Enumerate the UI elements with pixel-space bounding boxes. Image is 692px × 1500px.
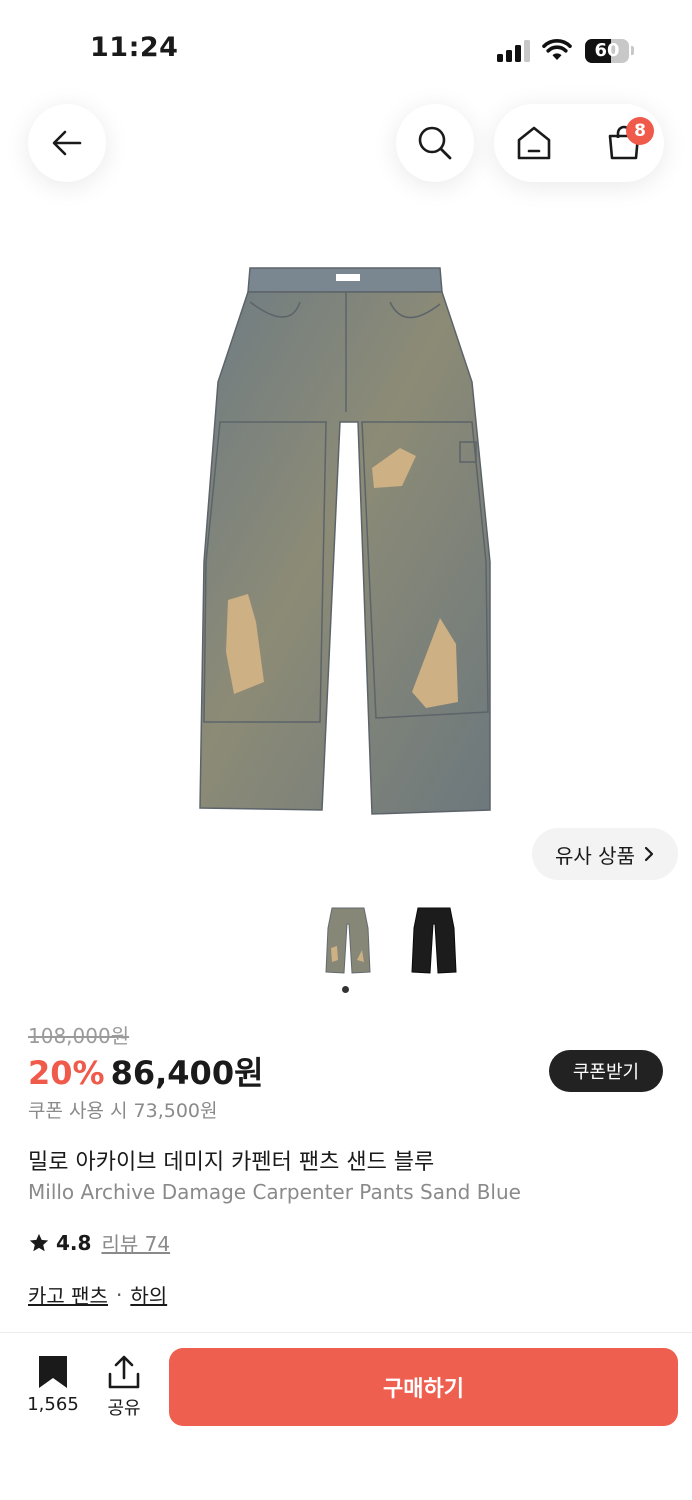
battery-level: 60 bbox=[594, 40, 620, 61]
review-link[interactable]: 리뷰 74 bbox=[101, 1228, 170, 1257]
share-label: 공유 bbox=[107, 1398, 141, 1419]
status-bar: 11:24 60 bbox=[0, 0, 692, 100]
home-button[interactable] bbox=[504, 104, 564, 182]
thumbnail-sand-blue[interactable] bbox=[322, 902, 374, 978]
status-time: 11:24 bbox=[90, 32, 179, 63]
category-breadcrumb: 카고 팬츠 · 하의 bbox=[28, 1280, 167, 1309]
sale-price: 86,400원 bbox=[110, 1054, 264, 1092]
divider bbox=[0, 1332, 692, 1333]
home-icon bbox=[517, 126, 551, 160]
save-button[interactable]: 1,565 bbox=[20, 1354, 86, 1424]
product-image[interactable] bbox=[190, 262, 502, 828]
battery-tip bbox=[631, 46, 634, 55]
rating-value: 4.8 bbox=[56, 1230, 92, 1255]
rating-row: 4.8 리뷰 74 bbox=[28, 1228, 170, 1257]
header-actions: 8 bbox=[494, 104, 664, 182]
thumbnail-black[interactable] bbox=[408, 902, 460, 978]
share-icon bbox=[108, 1355, 140, 1389]
back-button[interactable] bbox=[28, 104, 106, 182]
category-link-bottoms[interactable]: 하의 bbox=[130, 1280, 167, 1309]
get-coupon-button[interactable]: 쿠폰받기 bbox=[549, 1050, 663, 1092]
star-icon bbox=[29, 1233, 49, 1251]
buy-button[interactable]: 구매하기 bbox=[169, 1348, 678, 1426]
search-icon bbox=[418, 126, 452, 160]
category-link-cargo-pants[interactable]: 카고 팬츠 bbox=[28, 1280, 108, 1309]
similar-products-label: 유사 상품 bbox=[555, 843, 635, 868]
product-name-english: Millo Archive Damage Carpenter Pants San… bbox=[28, 1180, 521, 1204]
product-name-korean: 밀로 아카이브 데미지 카펜터 팬츠 샌드 블루 bbox=[28, 1150, 435, 1175]
price-row: 20% 86,400원 bbox=[28, 1048, 264, 1094]
battery-icon: 60 bbox=[585, 39, 629, 63]
arrow-left-icon bbox=[52, 130, 82, 156]
coupon-price: 쿠폰 사용 시 73,500원 bbox=[28, 1100, 218, 1122]
share-button[interactable]: 공유 bbox=[98, 1354, 150, 1424]
chevron-right-icon bbox=[644, 846, 654, 862]
original-price: 108,000원 bbox=[28, 1024, 130, 1048]
thumbnail-strip bbox=[320, 902, 470, 980]
save-count: 1,565 bbox=[27, 1394, 79, 1415]
category-separator: · bbox=[115, 1282, 123, 1307]
cellular-signal-icon bbox=[497, 40, 531, 62]
wifi-icon bbox=[541, 38, 573, 62]
search-button[interactable] bbox=[396, 104, 474, 182]
bookmark-icon bbox=[39, 1356, 67, 1388]
cart-count-badge: 8 bbox=[626, 117, 654, 145]
similar-products-button[interactable]: 유사 상품 bbox=[532, 828, 678, 880]
discount-rate: 20% bbox=[28, 1054, 105, 1092]
gallery-page-indicator bbox=[342, 986, 349, 993]
